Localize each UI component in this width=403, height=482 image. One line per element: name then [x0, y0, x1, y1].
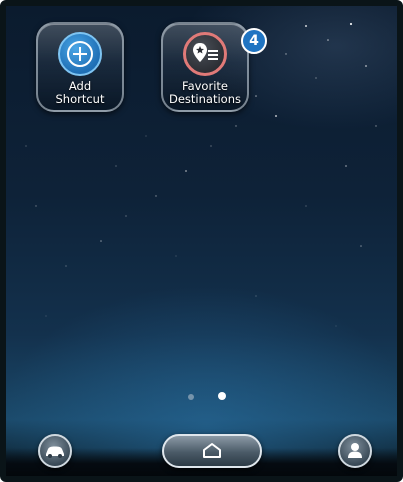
home-screen: Add Shortcut Favorite Destinations 4	[0, 0, 403, 482]
car-icon	[46, 446, 64, 458]
notification-badge: 4	[241, 28, 267, 54]
favorite-destinations-icon	[183, 32, 227, 76]
page-indicator-dot-2-active[interactable]	[218, 392, 226, 400]
add-shortcut-label: Add Shortcut	[55, 79, 105, 106]
favorite-destinations-label: Favorite Destinations	[169, 79, 241, 106]
vehicle-button[interactable]	[38, 434, 72, 468]
home-button[interactable]	[162, 434, 262, 468]
add-shortcut-tile[interactable]: Add Shortcut	[36, 22, 124, 112]
home-icon	[203, 443, 221, 458]
page-indicator-dot-1[interactable]	[188, 394, 194, 400]
plus-icon	[58, 32, 102, 76]
favorite-destinations-tile[interactable]: Favorite Destinations 4	[161, 22, 267, 112]
user-icon	[348, 443, 362, 458]
profile-button[interactable]	[338, 434, 372, 468]
